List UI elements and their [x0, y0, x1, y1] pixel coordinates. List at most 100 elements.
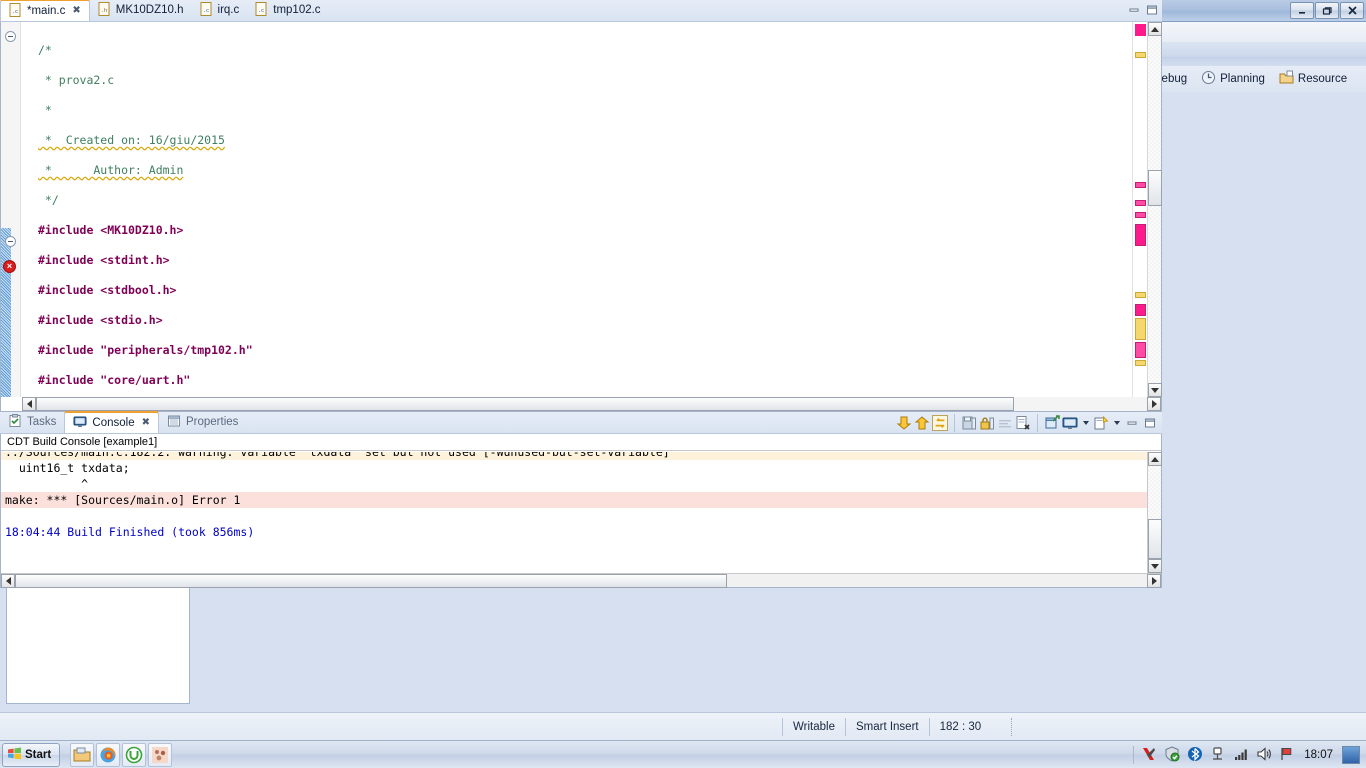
overview-error-mark[interactable]	[1135, 182, 1146, 188]
scroll-thumb[interactable]	[1148, 170, 1162, 206]
maximize-icon[interactable]	[1144, 2, 1160, 18]
console-view: Tasks Console ✖ Properties CDT Build Con…	[0, 411, 1162, 588]
h-file-icon: .h	[98, 1, 111, 19]
console-hscrollbar[interactable]	[1, 573, 1161, 588]
taskbar: Start 18:07	[0, 740, 1366, 768]
console-body[interactable]: CDT Build Console [example1] ../Sources/…	[0, 434, 1162, 588]
up-arrow-icon[interactable]	[914, 415, 930, 431]
link-editor-icon[interactable]	[932, 415, 948, 431]
start-button[interactable]: Start	[2, 742, 61, 767]
planning-perspective-icon	[1201, 70, 1216, 88]
console-vscrollbar[interactable]	[1147, 452, 1162, 573]
firefox-icon[interactable]	[96, 742, 121, 767]
overview-error-mark[interactable]	[1135, 24, 1146, 36]
tab-tmp102-c[interactable]: .c tmp102.c	[247, 0, 328, 21]
code-line: #include "peripherals/tmp102.h"	[38, 343, 253, 357]
status-grip	[1011, 717, 1017, 736]
fold-collapse-icon[interactable]	[5, 31, 16, 42]
scroll-up-button[interactable]	[1148, 22, 1162, 36]
perspective-planning-label: Planning	[1220, 73, 1265, 85]
chevron-down-icon[interactable]	[1080, 412, 1091, 434]
scroll-right-button[interactable]	[1147, 573, 1161, 588]
code-text[interactable]: /* * prova2.c * * Created on: 16/giu/201…	[22, 22, 1131, 397]
scroll-thumb[interactable]	[15, 573, 727, 588]
overview-warning-mark[interactable]	[1135, 292, 1146, 298]
perspective-resource-label: Resource	[1297, 73, 1348, 85]
overview-warning-mark[interactable]	[1135, 360, 1146, 366]
tab-mk10dz10-h[interactable]: .h MK10DZ10.h	[90, 0, 192, 21]
close-icon[interactable]: ✖	[142, 418, 150, 428]
utorrent-icon[interactable]	[122, 742, 147, 767]
folder-explorer-icon[interactable]	[70, 742, 95, 767]
maximize-button[interactable]	[1315, 2, 1339, 19]
signal-bars-icon[interactable]	[1233, 746, 1249, 765]
console-output[interactable]: ../Sources/main.c:182:2: warning: variab…	[1, 452, 1147, 573]
perspective-resource[interactable]: Resource	[1272, 67, 1354, 91]
editor-fold-gutter[interactable]: ×	[1, 22, 21, 397]
overview-error-mark[interactable]	[1135, 212, 1146, 218]
usb-icon[interactable]	[1210, 746, 1226, 765]
taskbar-clock[interactable]: 18:07	[1304, 749, 1333, 761]
new-console-icon[interactable]	[1093, 415, 1109, 431]
overview-error-mark[interactable]	[1135, 200, 1146, 206]
shield-icon[interactable]	[1164, 745, 1180, 765]
scroll-left-button[interactable]	[1, 573, 15, 588]
show-desktop-button[interactable]	[1342, 746, 1360, 764]
tab-console[interactable]: Console ✖	[64, 411, 159, 433]
down-arrow-icon[interactable]	[896, 415, 912, 431]
editor-hscrollbar[interactable]	[22, 397, 1161, 411]
minimize-icon[interactable]	[1124, 415, 1140, 431]
scroll-right-button[interactable]	[1147, 397, 1161, 411]
scroll-down-button[interactable]	[1148, 559, 1162, 573]
kaspersky-icon[interactable]	[1141, 746, 1157, 765]
scroll-left-button[interactable]	[22, 397, 36, 411]
close-button[interactable]	[1340, 2, 1364, 19]
overview-error-mark[interactable]	[1135, 224, 1146, 246]
overview-warning-mark[interactable]	[1135, 52, 1146, 58]
scroll-down-button[interactable]	[1148, 383, 1162, 397]
pin-console-icon[interactable]	[1044, 415, 1060, 431]
console-toolbar-separator	[954, 414, 955, 432]
tab-irq-c[interactable]: .c irq.c	[192, 0, 248, 21]
overview-error-mark[interactable]	[1135, 304, 1146, 316]
overview-warning-mark[interactable]	[1135, 318, 1146, 340]
scroll-thumb[interactable]	[36, 397, 1014, 411]
perspective-planning[interactable]: Planning	[1194, 67, 1272, 91]
fold-collapse-icon[interactable]	[5, 236, 16, 247]
console-line: ../Sources/main.c:182:2: warning: variab…	[1, 452, 1147, 460]
svg-text:.c: .c	[258, 7, 265, 14]
editor-overview-ruler[interactable]	[1132, 22, 1147, 397]
code-line: #include "core/uart.h"	[38, 373, 191, 387]
minimize-icon[interactable]	[1126, 2, 1142, 18]
speaker-icon[interactable]	[1256, 746, 1272, 765]
clear-console-icon[interactable]	[1015, 415, 1031, 431]
wrap-lines-icon[interactable]	[997, 415, 1013, 431]
tab-main-c[interactable]: .c *main.c ✖	[0, 0, 90, 21]
scroll-thumb[interactable]	[1148, 519, 1162, 559]
save-console-icon[interactable]	[961, 415, 977, 431]
editor-vscrollbar[interactable]	[1147, 22, 1162, 397]
maximize-icon[interactable]	[1142, 415, 1158, 431]
scroll-up-button[interactable]	[1148, 452, 1162, 466]
kinetis-icon[interactable]	[148, 742, 173, 767]
close-icon[interactable]: ✖	[72, 6, 80, 16]
flag-icon[interactable]	[1279, 746, 1295, 765]
lock-console-icon[interactable]	[979, 415, 995, 431]
status-bar: Writable Smart Insert 182 : 30	[0, 712, 1366, 740]
tab-properties[interactable]: Properties	[159, 411, 246, 433]
code-line: */	[38, 193, 59, 207]
status-insert-mode: Smart Insert	[844, 717, 929, 736]
minimize-button[interactable]	[1290, 2, 1314, 19]
display-console-icon[interactable]	[1062, 415, 1078, 431]
tab-irq-c-label: irq.c	[217, 4, 240, 16]
error-marker-icon[interactable]: ×	[3, 260, 16, 273]
bluetooth-icon[interactable]	[1187, 746, 1203, 765]
editor-canvas[interactable]: × /* * prova2.c * * Created on: 16/giu/2…	[0, 22, 1162, 412]
chevron-down-icon[interactable]	[1111, 412, 1122, 434]
overview-error-mark[interactable]	[1135, 342, 1146, 358]
console-line: make: *** [Sources/main.o] Error 1	[1, 492, 1147, 508]
tab-tasks[interactable]: Tasks	[0, 411, 64, 433]
code-line: #include <stdint.h>	[38, 253, 170, 267]
application-window: C/C++ - example1/Sources/main.c - Kineti…	[0, 0, 1366, 768]
